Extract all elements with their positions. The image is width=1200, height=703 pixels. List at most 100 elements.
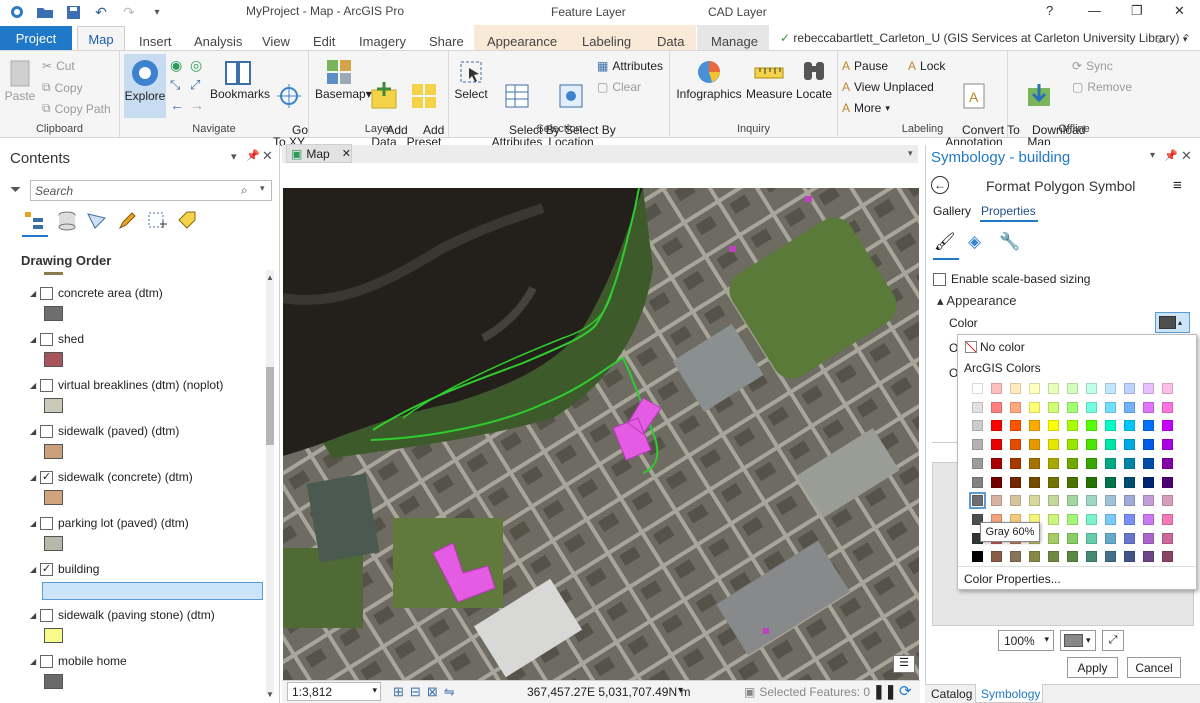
scroll-down-icon[interactable]: ▼ bbox=[266, 690, 274, 699]
color-swatch[interactable] bbox=[1029, 495, 1040, 507]
back-arrow-icon[interactable]: ← bbox=[931, 176, 949, 194]
layer-visibility-checkbox[interactable]: ✓ bbox=[40, 470, 53, 484]
layer-row[interactable]: ◢ ✓ building bbox=[30, 560, 99, 578]
map-notifications-icon[interactable]: ☰ bbox=[893, 655, 915, 673]
color-swatch[interactable] bbox=[1143, 420, 1154, 432]
color-swatch[interactable] bbox=[1010, 439, 1021, 451]
symbol-layers-icon[interactable]: ◈ bbox=[968, 232, 981, 252]
color-swatch[interactable] bbox=[1105, 383, 1116, 394]
color-swatch[interactable] bbox=[1162, 457, 1173, 469]
map-tabs-chevron-icon[interactable]: ▾ bbox=[908, 148, 913, 159]
color-swatch[interactable] bbox=[969, 492, 986, 510]
map-view[interactable] bbox=[283, 188, 919, 680]
color-swatch[interactable] bbox=[1010, 420, 1021, 432]
help-button[interactable]: ? bbox=[1046, 3, 1053, 18]
color-swatch[interactable] bbox=[1124, 513, 1135, 525]
swipe-icon[interactable]: ⇋ bbox=[444, 684, 461, 699]
search-chevron-icon[interactable]: ▾ bbox=[260, 183, 265, 194]
map-nav-tools[interactable]: ⊞⊟⊠⇋ bbox=[393, 684, 461, 700]
color-swatch[interactable] bbox=[1029, 439, 1040, 451]
color-swatch[interactable] bbox=[991, 476, 1002, 488]
color-swatch[interactable] bbox=[1162, 551, 1173, 563]
color-swatch[interactable] bbox=[1162, 513, 1173, 525]
color-swatch[interactable] bbox=[1029, 401, 1040, 413]
layer-visibility-checkbox[interactable] bbox=[40, 332, 53, 346]
color-swatch[interactable] bbox=[991, 495, 1002, 507]
filter-icon[interactable]: ⏷ bbox=[10, 181, 21, 198]
menu-icon[interactable]: ≡ bbox=[1173, 177, 1182, 194]
pause-drawing-icon[interactable]: ❚❚ bbox=[873, 683, 896, 700]
save-icon[interactable] bbox=[64, 4, 82, 20]
previous-extent-icon[interactable]: ← bbox=[170, 97, 184, 113]
color-swatch[interactable] bbox=[1067, 383, 1078, 394]
color-swatch[interactable] bbox=[1086, 551, 1097, 563]
pause-button[interactable]: A Pause bbox=[842, 59, 888, 73]
color-swatch[interactable] bbox=[1105, 513, 1116, 525]
tab-project[interactable]: Project bbox=[0, 26, 72, 50]
contents-scroll-thumb[interactable] bbox=[266, 367, 274, 445]
color-swatch[interactable] bbox=[1143, 383, 1154, 394]
color-swatch[interactable] bbox=[1124, 495, 1135, 507]
tab-data[interactable]: Data bbox=[657, 34, 684, 49]
tab-gallery[interactable]: Gallery bbox=[933, 204, 971, 218]
scroll-up-icon[interactable]: ▲ bbox=[266, 273, 274, 282]
color-swatch[interactable] bbox=[1162, 420, 1173, 432]
infographics-button[interactable]: Infographics bbox=[676, 58, 742, 100]
color-swatch[interactable] bbox=[1143, 513, 1154, 525]
color-swatch[interactable] bbox=[972, 476, 983, 488]
map-view-tab[interactable]: ▣ Map ✕ bbox=[286, 144, 352, 163]
color-swatch[interactable] bbox=[1162, 532, 1173, 544]
color-swatch[interactable] bbox=[1010, 551, 1021, 563]
locate-button[interactable]: Locate bbox=[794, 58, 834, 100]
color-swatch[interactable] bbox=[1105, 401, 1116, 413]
layer-visibility-checkbox[interactable] bbox=[40, 516, 53, 530]
no-color-option[interactable]: No color bbox=[965, 340, 1025, 354]
color-properties-link[interactable]: Color Properties... bbox=[964, 572, 1061, 586]
layer-symbol-swatch[interactable] bbox=[44, 306, 63, 321]
cancel-button[interactable]: Cancel bbox=[1127, 657, 1181, 678]
scale-sizing-checkbox[interactable]: Enable scale-based sizing bbox=[933, 272, 1090, 286]
color-swatch[interactable] bbox=[1029, 476, 1040, 488]
layer-symbol-swatch[interactable] bbox=[44, 674, 63, 689]
layer-visibility-checkbox[interactable] bbox=[40, 286, 53, 300]
layer-row[interactable]: ◢ ✓ sidewalk (concrete) (dtm) bbox=[30, 468, 193, 486]
list-by-data-source-icon[interactable] bbox=[56, 210, 78, 235]
scale-sizing-checkbox-box[interactable] bbox=[933, 272, 946, 286]
layer-symbol-swatch[interactable] bbox=[44, 628, 63, 643]
remove-button[interactable]: ▢ Remove bbox=[1072, 80, 1132, 94]
search-icon[interactable]: ⌕ bbox=[241, 183, 248, 198]
color-swatch[interactable] bbox=[1048, 476, 1059, 488]
color-swatch[interactable] bbox=[991, 420, 1002, 432]
color-swatch[interactable] bbox=[1067, 457, 1078, 469]
layer-visibility-checkbox[interactable] bbox=[40, 654, 53, 668]
color-picker-button[interactable]: ▴ bbox=[1155, 312, 1190, 333]
tab-share[interactable]: Share bbox=[429, 34, 464, 49]
appearance-section[interactable]: ▴ Appearance bbox=[937, 293, 1017, 309]
layer-visibility-checkbox[interactable]: ✓ bbox=[40, 562, 53, 576]
color-swatch[interactable] bbox=[1162, 401, 1173, 413]
layer-row[interactable]: ◢ sidewalk (paving stone) (dtm) bbox=[30, 606, 215, 624]
color-swatch[interactable] bbox=[1143, 495, 1154, 507]
color-swatch[interactable] bbox=[1124, 457, 1135, 469]
list-by-drawing-order-icon[interactable] bbox=[24, 210, 46, 232]
sync-button[interactable]: ⟳ Sync bbox=[1072, 59, 1113, 73]
color-swatch[interactable] bbox=[1067, 532, 1078, 544]
layer-row[interactable]: ◢ concrete area (dtm) bbox=[30, 284, 163, 302]
color-swatch[interactable] bbox=[1124, 476, 1135, 488]
basemap-button[interactable]: Basemap▾ bbox=[315, 58, 372, 100]
customize-quick-access-icon[interactable]: ▾ bbox=[148, 4, 166, 20]
color-swatch[interactable] bbox=[1010, 401, 1021, 413]
expand-triangle-icon[interactable]: ◢ bbox=[30, 381, 40, 390]
attributes-button[interactable]: ▦ Attributes bbox=[597, 59, 663, 73]
layer-symbol-swatch[interactable] bbox=[44, 398, 63, 413]
clear-button[interactable]: ▢ Clear bbox=[597, 80, 641, 94]
color-swatch[interactable] bbox=[1124, 420, 1135, 432]
color-swatch[interactable] bbox=[1124, 401, 1135, 413]
color-swatch[interactable] bbox=[972, 420, 983, 432]
open-folder-icon[interactable] bbox=[36, 4, 54, 20]
layer-row[interactable]: ◢ shed bbox=[30, 330, 84, 348]
layer-row[interactable]: ◢ mobile home bbox=[30, 652, 127, 670]
paste-button[interactable]: Paste bbox=[4, 58, 36, 102]
color-swatch[interactable] bbox=[1143, 439, 1154, 451]
color-swatch[interactable] bbox=[1048, 532, 1059, 544]
